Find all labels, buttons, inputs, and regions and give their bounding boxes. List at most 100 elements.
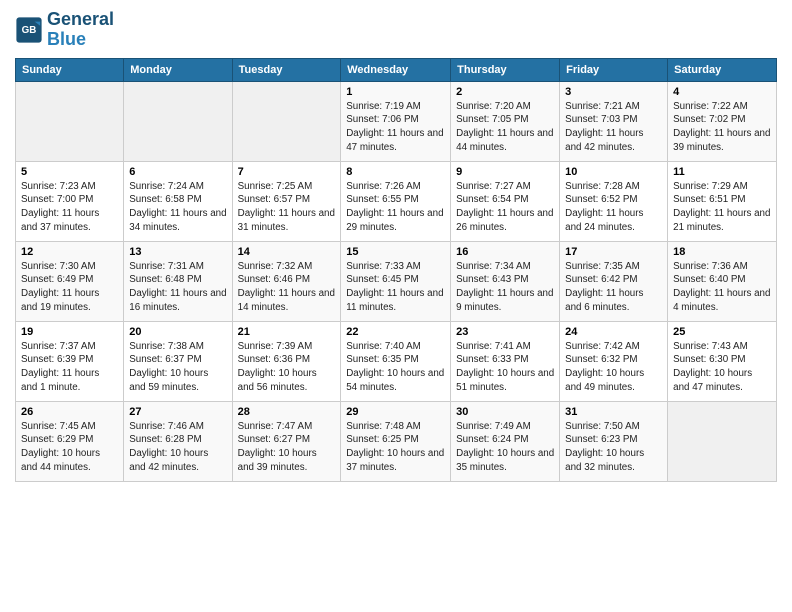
day-info: Sunrise: 7:26 AM Sunset: 6:55 PM Dayligh… — [346, 180, 445, 235]
col-header-thursday: Thursday — [451, 58, 560, 81]
calendar-week-0: 1 Sunrise: 7:19 AM Sunset: 7:06 PM Daylig… — [16, 81, 777, 161]
calendar-cell: 24Sunrise: 7:42 AM Sunset: 6:32 PM Dayli… — [560, 321, 668, 401]
day-number: 8 — [346, 166, 445, 178]
day-number: 9 — [456, 166, 554, 178]
calendar-header-row: SundayMondayTuesdayWednesdayThursdayFrid… — [16, 58, 777, 81]
calendar-cell: 26 Sunrise: 7:45 AM Sunset: 6:29 PM Dayli… — [16, 401, 124, 481]
calendar-cell: 20Sunrise: 7:38 AM Sunset: 6:37 PM Dayli… — [124, 321, 232, 401]
calendar-cell: 29 Sunrise: 7:48 AM Sunset: 6:25 PM Dayli… — [341, 401, 451, 481]
day-info: Sunrise: 7:23 AM Sunset: 7:00 PM Dayligh… — [21, 180, 118, 235]
day-number: 2 — [456, 86, 554, 98]
day-number: 12 — [21, 246, 118, 258]
col-header-saturday: Saturday — [668, 58, 777, 81]
col-header-friday: Friday — [560, 58, 668, 81]
calendar-cell: 23Sunrise: 7:41 AM Sunset: 6:33 PM Dayli… — [451, 321, 560, 401]
day-info: Sunrise: 7:36 AM Sunset: 6:40 PM Dayligh… — [673, 260, 771, 315]
calendar-cell: 30 Sunrise: 7:49 AM Sunset: 6:24 PM Dayli… — [451, 401, 560, 481]
day-info: Sunrise: 7:27 AM Sunset: 6:54 PM Dayligh… — [456, 180, 554, 235]
day-number: 5 — [21, 166, 118, 178]
day-number: 1 — [346, 86, 445, 98]
day-number: 7 — [238, 166, 336, 178]
col-header-monday: Monday — [124, 58, 232, 81]
day-number: 27 — [129, 406, 226, 418]
calendar-cell: 8 Sunrise: 7:26 AM Sunset: 6:55 PM Daylig… — [341, 161, 451, 241]
day-number: 18 — [673, 246, 771, 258]
calendar-cell: 22Sunrise: 7:40 AM Sunset: 6:35 PM Dayli… — [341, 321, 451, 401]
calendar-cell: 12 Sunrise: 7:30 AM Sunset: 6:49 PM Dayli… — [16, 241, 124, 321]
col-header-tuesday: Tuesday — [232, 58, 341, 81]
calendar-cell: 13 Sunrise: 7:31 AM Sunset: 6:48 PM Dayli… — [124, 241, 232, 321]
day-info: Sunrise: 7:43 AM Sunset: 6:30 PM Dayligh… — [673, 340, 771, 395]
day-number: 29 — [346, 406, 445, 418]
calendar-cell: 4Sunrise: 7:22 AM Sunset: 7:02 PM Daylig… — [668, 81, 777, 161]
day-number: 31 — [565, 406, 662, 418]
calendar-cell: 31Sunrise: 7:50 AM Sunset: 6:23 PM Dayli… — [560, 401, 668, 481]
day-info: Sunrise: 7:47 AM Sunset: 6:27 PM Dayligh… — [238, 420, 336, 475]
calendar-week-1: 5 Sunrise: 7:23 AM Sunset: 7:00 PM Daylig… — [16, 161, 777, 241]
header: GB General Blue — [15, 10, 777, 50]
day-info: Sunrise: 7:30 AM Sunset: 6:49 PM Dayligh… — [21, 260, 118, 315]
day-number: 15 — [346, 246, 445, 258]
calendar-cell: 9 Sunrise: 7:27 AM Sunset: 6:54 PM Daylig… — [451, 161, 560, 241]
day-number: 14 — [238, 246, 336, 258]
calendar-cell: 2 Sunrise: 7:20 AM Sunset: 7:05 PM Daylig… — [451, 81, 560, 161]
day-info: Sunrise: 7:28 AM Sunset: 6:52 PM Dayligh… — [565, 180, 662, 235]
day-number: 26 — [21, 406, 118, 418]
day-info: Sunrise: 7:49 AM Sunset: 6:24 PM Dayligh… — [456, 420, 554, 475]
day-info: Sunrise: 7:20 AM Sunset: 7:05 PM Dayligh… — [456, 100, 554, 155]
calendar-cell — [16, 81, 124, 161]
day-info: Sunrise: 7:48 AM Sunset: 6:25 PM Dayligh… — [346, 420, 445, 475]
col-header-sunday: Sunday — [16, 58, 124, 81]
calendar-cell: 27 Sunrise: 7:46 AM Sunset: 6:28 PM Dayli… — [124, 401, 232, 481]
calendar-cell: 18 Sunrise: 7:36 AM Sunset: 6:40 PM Dayli… — [668, 241, 777, 321]
calendar-week-4: 26 Sunrise: 7:45 AM Sunset: 6:29 PM Dayli… — [16, 401, 777, 481]
logo-line2: Blue — [47, 30, 114, 50]
calendar-cell — [124, 81, 232, 161]
day-number: 21 — [238, 326, 336, 338]
calendar: SundayMondayTuesdayWednesdayThursdayFrid… — [15, 58, 777, 482]
calendar-cell: 17Sunrise: 7:35 AM Sunset: 6:42 PM Dayli… — [560, 241, 668, 321]
day-number: 28 — [238, 406, 336, 418]
day-number: 11 — [673, 166, 771, 178]
logo-icon: GB — [15, 16, 43, 44]
day-info: Sunrise: 7:37 AM Sunset: 6:39 PM Dayligh… — [21, 340, 118, 395]
calendar-cell: 16Sunrise: 7:34 AM Sunset: 6:43 PM Dayli… — [451, 241, 560, 321]
calendar-cell: 7 Sunrise: 7:25 AM Sunset: 6:57 PM Daylig… — [232, 161, 341, 241]
day-info: Sunrise: 7:41 AM Sunset: 6:33 PM Dayligh… — [456, 340, 554, 395]
day-info: Sunrise: 7:33 AM Sunset: 6:45 PM Dayligh… — [346, 260, 445, 315]
day-number: 3 — [565, 86, 662, 98]
day-info: Sunrise: 7:31 AM Sunset: 6:48 PM Dayligh… — [129, 260, 226, 315]
calendar-cell — [232, 81, 341, 161]
calendar-week-3: 19 Sunrise: 7:37 AM Sunset: 6:39 PM Dayli… — [16, 321, 777, 401]
col-header-wednesday: Wednesday — [341, 58, 451, 81]
day-number: 30 — [456, 406, 554, 418]
day-info: Sunrise: 7:34 AM Sunset: 6:43 PM Dayligh… — [456, 260, 554, 315]
logo-text: General Blue — [47, 10, 114, 50]
calendar-cell: 19 Sunrise: 7:37 AM Sunset: 6:39 PM Dayli… — [16, 321, 124, 401]
day-info: Sunrise: 7:42 AM Sunset: 6:32 PM Dayligh… — [565, 340, 662, 395]
calendar-cell: 21 Sunrise: 7:39 AM Sunset: 6:36 PM Dayli… — [232, 321, 341, 401]
calendar-cell: 6Sunrise: 7:24 AM Sunset: 6:58 PM Daylig… — [124, 161, 232, 241]
day-info: Sunrise: 7:40 AM Sunset: 6:35 PM Dayligh… — [346, 340, 445, 395]
day-info: Sunrise: 7:46 AM Sunset: 6:28 PM Dayligh… — [129, 420, 226, 475]
calendar-cell: 28 Sunrise: 7:47 AM Sunset: 6:27 PM Dayli… — [232, 401, 341, 481]
svg-text:GB: GB — [22, 25, 37, 36]
day-info: Sunrise: 7:45 AM Sunset: 6:29 PM Dayligh… — [21, 420, 118, 475]
day-info: Sunrise: 7:25 AM Sunset: 6:57 PM Dayligh… — [238, 180, 336, 235]
page: GB General Blue SundayMondayTuesdayWedne… — [0, 0, 792, 612]
calendar-cell: 3 Sunrise: 7:21 AM Sunset: 7:03 PM Daylig… — [560, 81, 668, 161]
day-number: 4 — [673, 86, 771, 98]
day-info: Sunrise: 7:29 AM Sunset: 6:51 PM Dayligh… — [673, 180, 771, 235]
day-info: Sunrise: 7:35 AM Sunset: 6:42 PM Dayligh… — [565, 260, 662, 315]
calendar-week-2: 12 Sunrise: 7:30 AM Sunset: 6:49 PM Dayli… — [16, 241, 777, 321]
logo: GB General Blue — [15, 10, 114, 50]
day-info: Sunrise: 7:19 AM Sunset: 7:06 PM Dayligh… — [346, 100, 445, 155]
day-number: 19 — [21, 326, 118, 338]
day-number: 20 — [129, 326, 226, 338]
logo-line1: General — [47, 10, 114, 30]
calendar-cell: 5 Sunrise: 7:23 AM Sunset: 7:00 PM Daylig… — [16, 161, 124, 241]
day-number: 13 — [129, 246, 226, 258]
day-info: Sunrise: 7:21 AM Sunset: 7:03 PM Dayligh… — [565, 100, 662, 155]
day-info: Sunrise: 7:39 AM Sunset: 6:36 PM Dayligh… — [238, 340, 336, 395]
calendar-cell: 15 Sunrise: 7:33 AM Sunset: 6:45 PM Dayli… — [341, 241, 451, 321]
